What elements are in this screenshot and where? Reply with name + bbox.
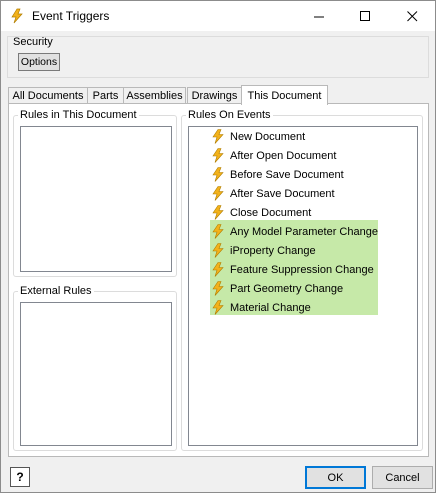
- event-item-label: New Document: [230, 130, 306, 143]
- event-item-after-save-document[interactable]: After Save Document: [211, 184, 335, 203]
- lightning-icon: [212, 129, 224, 144]
- event-triggers-dialog: Event Triggers Security Options All Docu…: [0, 0, 436, 493]
- event-item-label: Material Change: [230, 301, 311, 314]
- lightning-icon: [212, 300, 224, 315]
- lightning-icon: [212, 205, 224, 220]
- external-rules-list[interactable]: [20, 302, 172, 446]
- options-button[interactable]: Options: [18, 53, 60, 71]
- event-item-after-open-document[interactable]: After Open Document: [211, 146, 336, 165]
- event-item-label: After Open Document: [230, 149, 337, 162]
- maximize-button[interactable]: [342, 1, 388, 31]
- tab-drawings[interactable]: Drawings: [187, 87, 242, 104]
- event-item-label: Close Document: [230, 206, 312, 219]
- tab-panel: Rules in This Document External Rules Ru…: [8, 103, 429, 457]
- event-item-label: Feature Suppression Change: [230, 263, 374, 276]
- tab-parts[interactable]: Parts: [87, 87, 124, 104]
- event-item-before-save-document[interactable]: Before Save Document: [211, 165, 344, 184]
- rules-in-document-group: Rules in This Document: [13, 109, 177, 277]
- rules-on-events-group: Rules On Events New Document After Open …: [181, 109, 423, 451]
- maximize-icon: [359, 10, 370, 21]
- close-icon: [406, 10, 417, 21]
- external-rules-label: External Rules: [18, 285, 94, 297]
- event-item-label: Part Geometry Change: [230, 282, 344, 295]
- event-item-label: Before Save Document: [230, 168, 344, 181]
- event-item-part-geometry-change[interactable]: Part Geometry Change: [211, 279, 343, 298]
- external-rules-group: External Rules: [13, 285, 177, 451]
- lightning-icon: [212, 243, 224, 258]
- lightning-icon: [212, 186, 224, 201]
- rules-in-document-list[interactable]: [20, 126, 172, 272]
- event-item-material-change[interactable]: Material Change: [211, 298, 311, 317]
- lightning-icon: [212, 148, 224, 163]
- event-item-feature-suppression-change[interactable]: Feature Suppression Change: [211, 260, 374, 279]
- lightning-icon: [212, 224, 224, 239]
- lightning-icon: [212, 167, 224, 182]
- lightning-icon: [212, 281, 224, 296]
- event-item-any-model-parameter-change[interactable]: Any Model Parameter Change: [211, 222, 378, 241]
- title-bar: Event Triggers: [1, 1, 435, 31]
- rules-in-document-label: Rules in This Document: [18, 109, 139, 121]
- event-item-label: After Save Document: [230, 187, 335, 200]
- rules-on-events-label: Rules On Events: [186, 109, 273, 121]
- event-item-new-document[interactable]: New Document: [211, 127, 305, 146]
- event-item-label: iProperty Change: [230, 244, 316, 257]
- minimize-button[interactable]: [296, 1, 342, 31]
- event-item-close-document[interactable]: Close Document: [211, 203, 311, 222]
- tab-this-document[interactable]: This Document: [241, 85, 328, 105]
- security-group: [7, 36, 429, 78]
- close-button[interactable]: [389, 1, 435, 31]
- event-item-iproperty-change[interactable]: iProperty Change: [211, 241, 316, 260]
- tab-assemblies[interactable]: Assemblies: [123, 87, 186, 104]
- cancel-button[interactable]: Cancel: [372, 466, 433, 489]
- security-label: Security: [13, 36, 53, 48]
- lightning-icon: [212, 262, 224, 277]
- help-icon: ?: [16, 470, 24, 484]
- tab-all-documents[interactable]: All Documents: [8, 87, 88, 104]
- help-button[interactable]: ?: [10, 467, 30, 487]
- lightning-icon: [9, 8, 25, 24]
- event-item-label: Any Model Parameter Change: [230, 225, 378, 238]
- minimize-icon: [313, 16, 324, 17]
- ok-button[interactable]: OK: [305, 466, 366, 489]
- window-title: Event Triggers: [32, 9, 110, 23]
- rules-on-events-list[interactable]: New Document After Open Document Before …: [188, 126, 418, 446]
